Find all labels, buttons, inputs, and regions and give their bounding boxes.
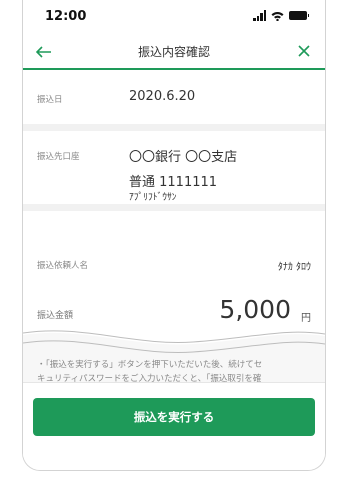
destination-account: 普通 1111111 [129, 175, 218, 190]
status-icons [253, 10, 309, 21]
transfer-date-label: 振込日 [37, 95, 63, 105]
page-title: 振込内容確認 [137, 45, 210, 59]
status-time: 12:00 [45, 9, 87, 24]
header: 振込内容確認 [23, 34, 325, 70]
execute-transfer-button[interactable]: 振込を実行する [33, 398, 315, 436]
wifi-icon [271, 12, 284, 21]
notice-line-1: ・「振込を実行する」ボタンを押下いただいた後、続けてセ [37, 360, 263, 370]
requester-label: 振込依頼人名 [37, 261, 89, 271]
signal-icon [253, 10, 266, 21]
amount-value: 5,000 [219, 295, 291, 324]
amount-unit: 円 [301, 313, 311, 324]
transfer-date-value: 2020.6.20 [129, 89, 196, 104]
destination-section: 振込先口座 〇〇銀行 〇〇支店 普通 1111111 ｱﾌﾟﾘﾌﾄﾞｳｻﾝ [23, 131, 325, 204]
requester-value: ﾀﾅｶ ﾀﾛｳ [277, 262, 311, 273]
phone-frame: 12:00 振込内容確認 振込日 2020.6.20 振込先口座 〇〇銀行 〇〇… [22, 0, 326, 471]
destination-bank: 〇〇銀行 〇〇支店 [129, 150, 238, 165]
transfer-date-section: 振込日 2020.6.20 [23, 70, 325, 124]
amount-label: 振込金額 [37, 311, 74, 321]
battery-icon [289, 11, 309, 20]
destination-holder: ｱﾌﾟﾘﾌﾄﾞｳｻﾝ [129, 192, 177, 203]
bottom-action-bar: 振込を実行する [23, 382, 325, 470]
status-bar: 12:00 [23, 0, 325, 34]
destination-label: 振込先口座 [37, 152, 80, 162]
wave-divider [23, 330, 325, 356]
close-icon[interactable] [291, 38, 317, 64]
